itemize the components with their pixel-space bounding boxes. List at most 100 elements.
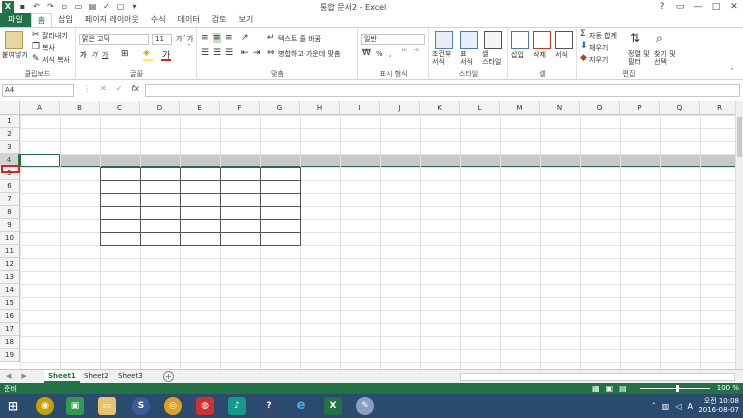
format-painter-icon[interactable]: ✎ <box>32 54 40 64</box>
bordered-cell[interactable] <box>260 180 301 194</box>
bordered-cell[interactable] <box>140 219 181 233</box>
new-icon[interactable]: ▫ <box>59 1 70 12</box>
bordered-cell[interactable] <box>180 180 221 194</box>
music-app-icon[interactable]: ♪ <box>228 397 246 415</box>
format-cells-button[interactable]: 서식 <box>555 50 568 60</box>
bordered-cell[interactable] <box>180 206 221 220</box>
row-header-14[interactable]: 14 <box>0 284 20 297</box>
maximize-button[interactable]: □ <box>707 0 725 14</box>
insert-function-button[interactable]: fx <box>131 84 139 93</box>
help-app-icon[interactable]: ? <box>260 397 278 415</box>
open-icon[interactable]: ▭ <box>73 1 84 12</box>
red-app-icon[interactable]: ◍ <box>196 397 214 415</box>
bordered-cell[interactable] <box>180 167 221 181</box>
row-header-15[interactable]: 15 <box>0 297 20 310</box>
bordered-cell[interactable] <box>260 167 301 181</box>
autosum-icon[interactable]: Σ <box>580 29 586 39</box>
row-header-12[interactable]: 12 <box>0 258 20 271</box>
tab-home[interactable]: 홈 <box>30 13 53 27</box>
windows-start-icon[interactable]: ⊞ <box>4 397 22 415</box>
merge-center-button[interactable]: 병합하고 가운데 맞춤 <box>278 49 340 59</box>
row-header-11[interactable]: 11 <box>0 245 20 258</box>
row-header-17[interactable]: 17 <box>0 323 20 336</box>
bordered-cell[interactable] <box>100 180 141 194</box>
bordered-cell[interactable] <box>180 219 221 233</box>
column-header-l[interactable]: L <box>460 101 500 115</box>
bordered-cell[interactable] <box>100 193 141 207</box>
tab-page-layout[interactable]: 페이지 레이아웃 <box>79 13 145 27</box>
paint-app-icon[interactable]: ✎ <box>356 397 374 415</box>
column-header-a[interactable]: A <box>20 101 60 115</box>
bordered-cell[interactable] <box>140 180 181 194</box>
bordered-cell[interactable] <box>140 193 181 207</box>
bordered-cell[interactable] <box>220 219 261 233</box>
align-right-icon[interactable]: ☰ <box>225 48 233 58</box>
row-header-9[interactable]: 9 <box>0 219 20 232</box>
active-cell[interactable] <box>20 154 60 167</box>
column-header-r[interactable]: R <box>700 101 735 115</box>
align-center-icon[interactable]: ☰ <box>213 48 221 58</box>
row-header-13[interactable]: 13 <box>0 271 20 284</box>
close-button[interactable]: ✕ <box>725 0 743 14</box>
fill-button[interactable]: 채우기 <box>589 43 608 53</box>
save-icon[interactable]: ▪ <box>17 1 28 12</box>
orientation-icon[interactable]: ↗ <box>241 33 249 43</box>
bordered-cell[interactable] <box>100 232 141 246</box>
row-header-10[interactable]: 10 <box>0 232 20 245</box>
cut-button[interactable]: 잘라내기 <box>42 31 68 41</box>
prev-sheet-icon[interactable]: ◀ <box>6 372 11 380</box>
print-preview-icon[interactable]: ▤ <box>87 1 98 12</box>
column-header-q[interactable]: Q <box>660 101 700 115</box>
column-header-n[interactable]: N <box>540 101 580 115</box>
bordered-cell[interactable] <box>180 193 221 207</box>
tab-file[interactable]: 파일 <box>0 13 31 27</box>
conditional-format-icon[interactable] <box>435 31 453 49</box>
add-sheet-icon[interactable]: + <box>163 371 174 382</box>
system-clock[interactable]: 오전 10:08 2016-08-07 <box>698 397 739 415</box>
zoom-slider-knob[interactable] <box>676 385 679 392</box>
row-header-16[interactable]: 16 <box>0 310 20 323</box>
page-layout-view-icon[interactable]: ▣ <box>606 384 614 393</box>
cancel-icon[interactable]: ✕ <box>100 84 107 93</box>
more-icon[interactable]: ▾ <box>129 1 140 12</box>
spelling-icon[interactable]: ✓ <box>101 1 112 12</box>
bordered-cell[interactable] <box>220 232 261 246</box>
format-table-icon[interactable] <box>460 31 478 49</box>
sort-filter-button[interactable]: 정렬 및 필터 <box>628 50 650 66</box>
row-header-1[interactable]: 1 <box>0 115 20 128</box>
zoom-slider[interactable] <box>640 388 710 389</box>
ribbon-display-button[interactable]: ▭ <box>671 0 689 14</box>
align-middle-icon[interactable]: ≡ <box>213 33 221 43</box>
bordered-cell[interactable] <box>220 193 261 207</box>
delete-cells-button[interactable]: 삭제 <box>533 50 546 60</box>
minimize-button[interactable]: — <box>689 0 707 14</box>
wrap-text-button[interactable]: 텍스트 줄 바꿈 <box>278 34 321 44</box>
align-top-icon[interactable]: ≡ <box>201 33 209 43</box>
column-header-g[interactable]: G <box>260 101 300 115</box>
clear-icon[interactable]: ◆ <box>580 53 587 63</box>
row-header-19[interactable]: 19 <box>0 349 20 362</box>
next-sheet-icon[interactable]: ▶ <box>21 372 26 380</box>
bordered-cell[interactable] <box>220 206 261 220</box>
volume-icon[interactable]: ◁ <box>675 402 681 411</box>
tab-insert[interactable]: 삽입 <box>52 13 79 27</box>
bordered-cell[interactable] <box>100 167 141 181</box>
bordered-cell[interactable] <box>260 219 301 233</box>
sheet-tab-sheet1[interactable]: Sheet1 <box>44 370 80 383</box>
column-header-d[interactable]: D <box>140 101 180 115</box>
format-table-button[interactable]: 표 서식 <box>460 50 473 66</box>
font-size-select[interactable]: 11 <box>152 34 172 45</box>
row-header-6[interactable]: 6 <box>0 180 20 193</box>
increase-decimal-icon[interactable]: ⁺⁰ <box>401 48 407 55</box>
merge-center-icon[interactable]: ⇔ <box>267 48 275 58</box>
autosum-button[interactable]: 자동 합계 <box>589 31 617 41</box>
bordered-cell[interactable] <box>220 180 261 194</box>
fill-icon[interactable]: ⬇ <box>580 41 588 51</box>
percent-button[interactable]: % <box>376 50 383 58</box>
input-method-icon[interactable]: A <box>688 402 693 411</box>
italic-button[interactable]: 가 <box>91 50 97 60</box>
tab-formulas[interactable]: 수식 <box>145 13 172 27</box>
horizontal-scrollbar[interactable] <box>460 373 735 381</box>
vertical-scroll-thumb[interactable] <box>737 117 742 157</box>
vertical-scrollbar[interactable] <box>735 101 743 369</box>
